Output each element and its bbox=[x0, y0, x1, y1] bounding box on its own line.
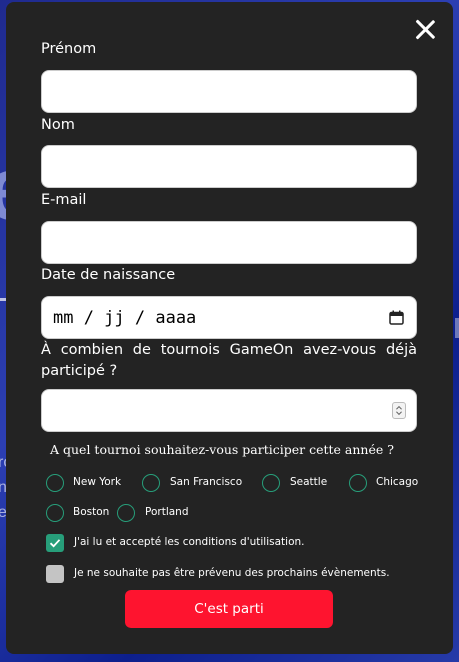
location-question: A quel tournoi souhaitez-vous participer… bbox=[50, 442, 394, 457]
radio-seattle[interactable] bbox=[262, 474, 280, 492]
radio-new-york[interactable] bbox=[46, 474, 64, 492]
tournaments-count-field[interactable] bbox=[41, 389, 417, 432]
email-label: E-mail bbox=[41, 192, 87, 208]
background-line bbox=[455, 318, 459, 338]
calendar-icon[interactable] bbox=[389, 310, 404, 325]
birthdate-label: Date de naissance bbox=[41, 267, 176, 283]
newsletter-label: Je ne souhaite pas être prévenu des proc… bbox=[74, 567, 390, 579]
radio-label-new-york: New York bbox=[73, 476, 122, 488]
radio-portland[interactable] bbox=[117, 504, 135, 522]
radio-label-boston: Boston bbox=[73, 506, 110, 518]
birthdate-field[interactable]: mm / jj / aaaa bbox=[41, 296, 417, 339]
radio-label-chicago: Chicago bbox=[376, 476, 419, 488]
radio-boston[interactable] bbox=[46, 504, 64, 522]
close-icon[interactable] bbox=[414, 18, 436, 40]
radio-san-francisco[interactable] bbox=[142, 474, 160, 492]
terms-label: J'ai lu et accepté les conditions d'util… bbox=[74, 536, 305, 548]
birthdate-placeholder: mm / jj / aaaa bbox=[53, 308, 197, 328]
newsletter-checkbox[interactable] bbox=[46, 565, 64, 583]
radio-chicago[interactable] bbox=[349, 474, 367, 492]
last-name-label: Nom bbox=[41, 117, 75, 133]
radio-label-san-francisco: San Francisco bbox=[170, 476, 243, 488]
first-name-field[interactable] bbox=[41, 70, 417, 113]
first-name-label: Prénom bbox=[41, 41, 97, 57]
tournaments-count-label: À combien de tournois GameOn avez-vous d… bbox=[41, 342, 417, 379]
submit-button[interactable]: C'est parti bbox=[125, 590, 333, 628]
email-field[interactable] bbox=[41, 221, 417, 264]
spinner-icon[interactable] bbox=[392, 402, 406, 419]
radio-label-portland: Portland bbox=[145, 506, 189, 518]
last-name-field[interactable] bbox=[41, 145, 417, 188]
checkmark-icon bbox=[49, 539, 61, 548]
terms-checkbox[interactable] bbox=[46, 534, 64, 552]
signup-modal: Prénom Nom E-mail Date de naissance mm /… bbox=[6, 2, 453, 654]
radio-label-seattle: Seattle bbox=[290, 476, 328, 488]
